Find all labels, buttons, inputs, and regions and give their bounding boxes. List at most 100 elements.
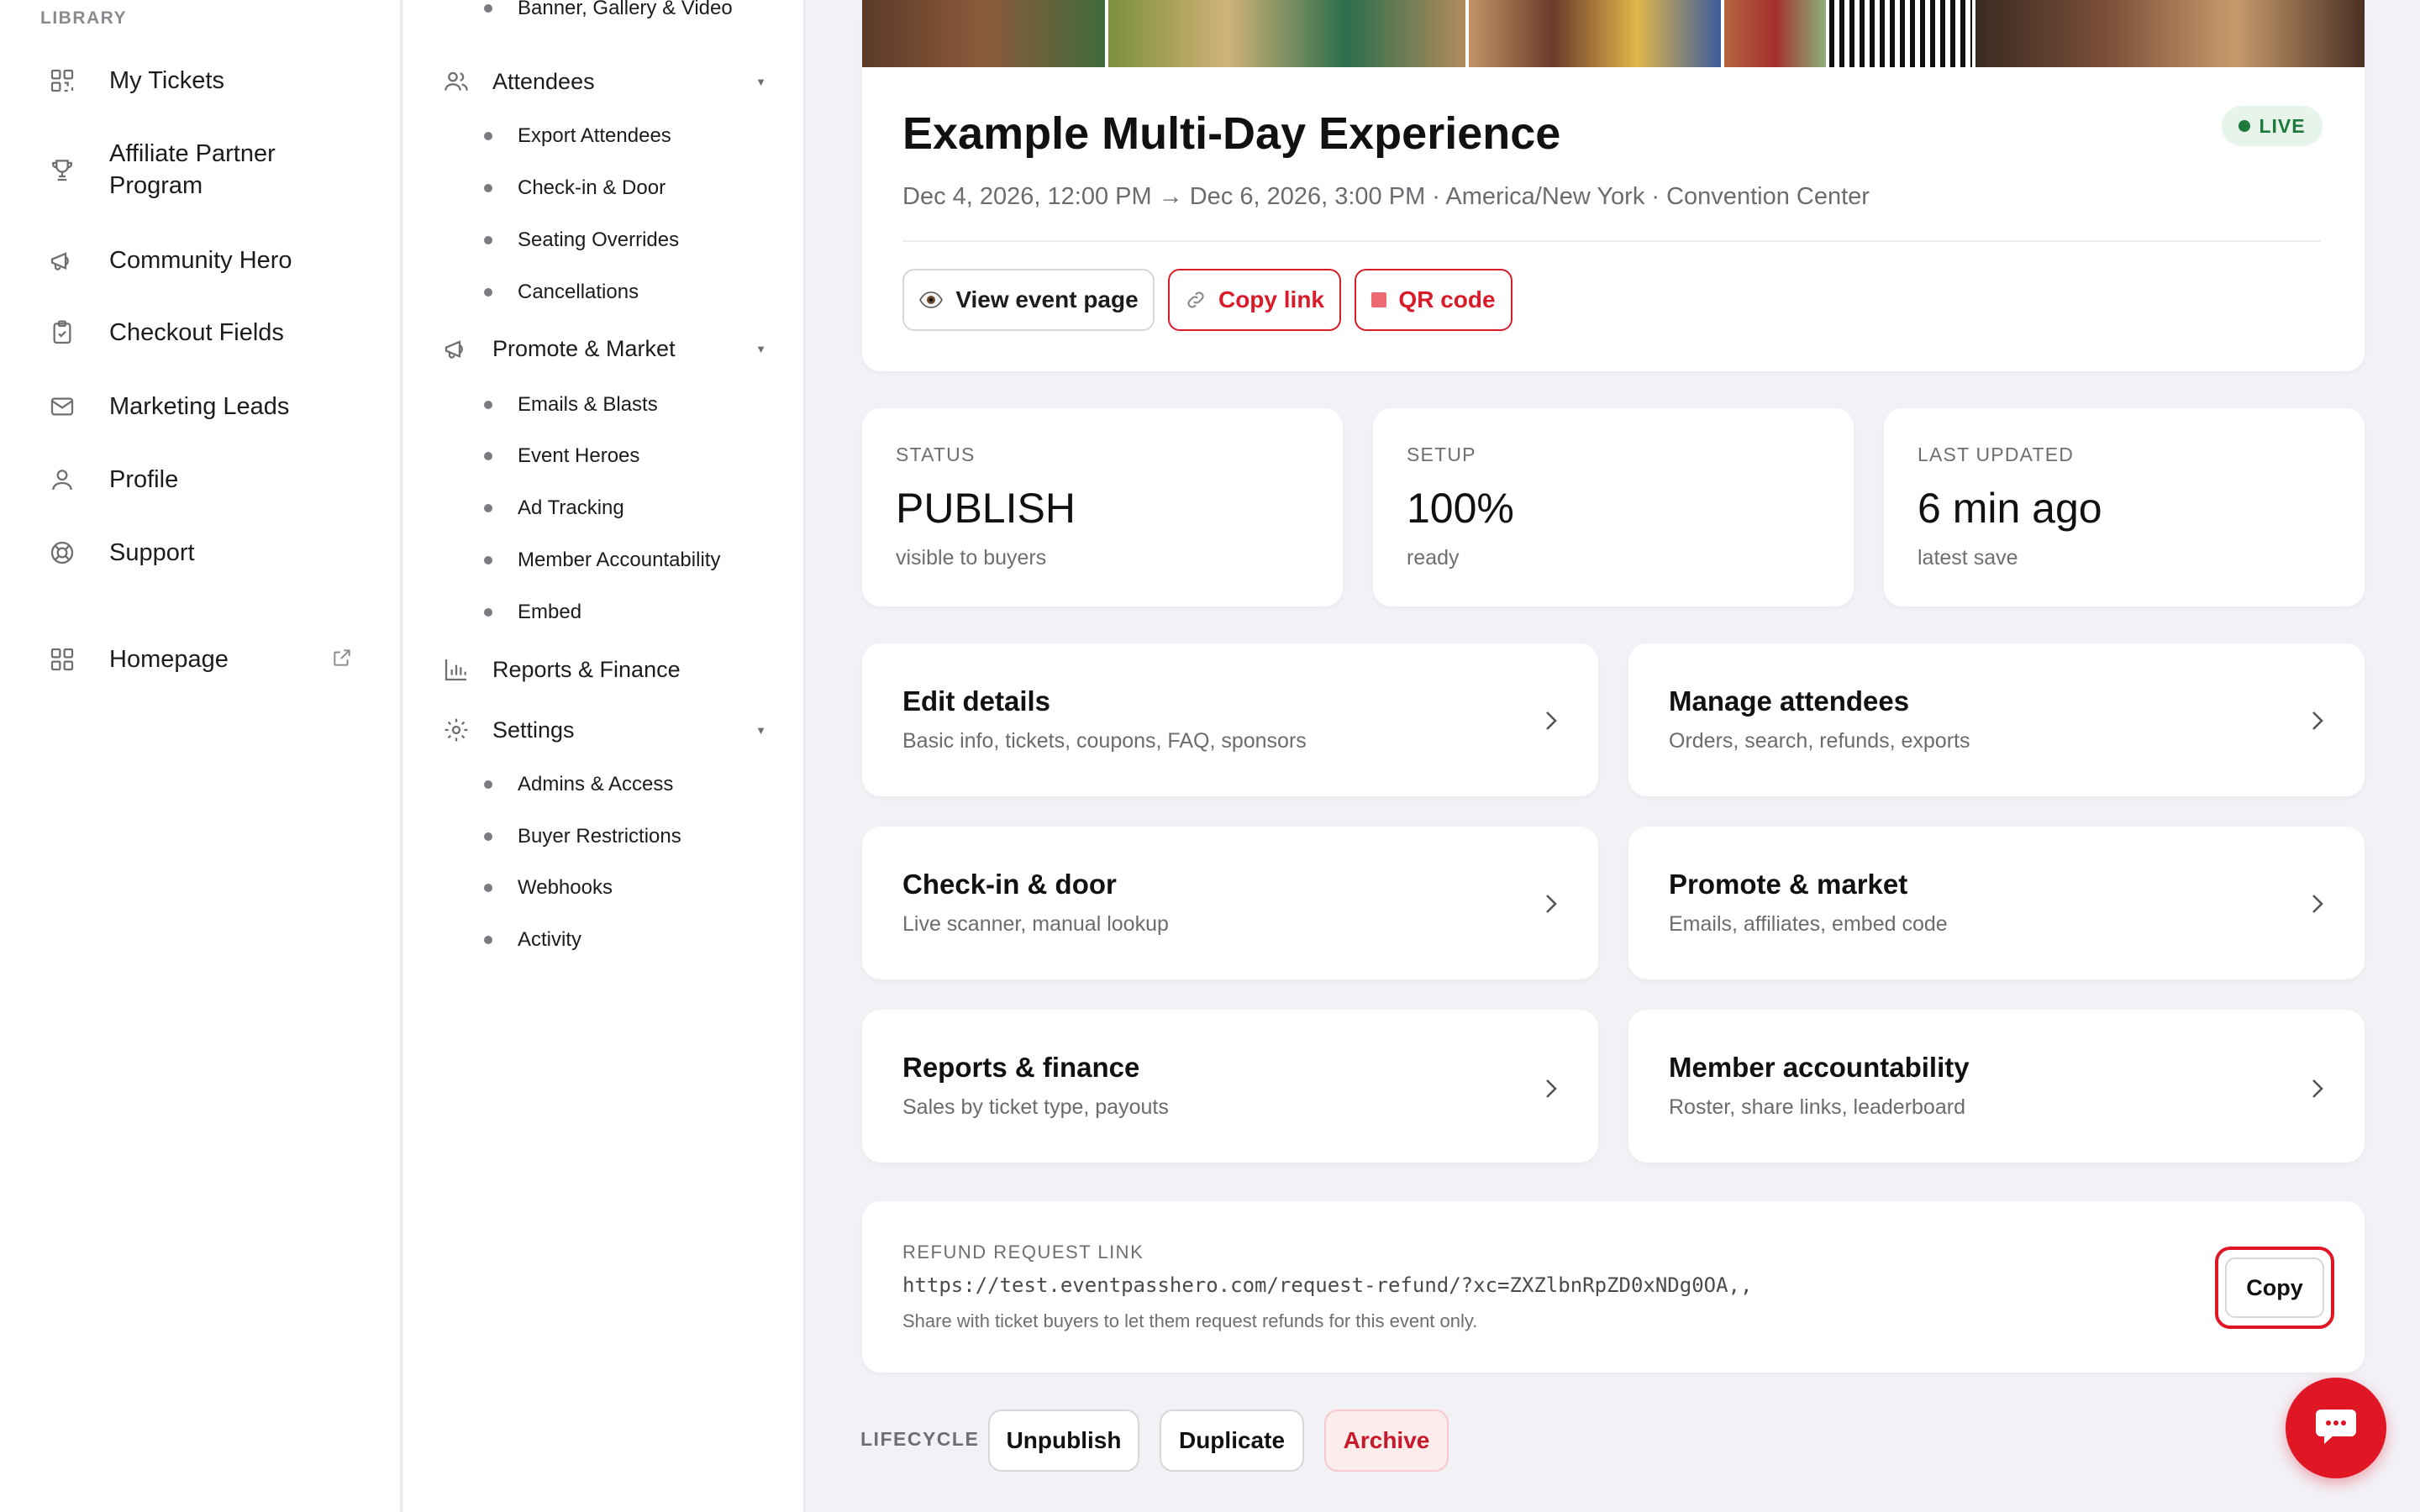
grid-icon [47,644,77,675]
chat-bubble-icon [2314,1406,2358,1451]
nav-item-check-in-door[interactable]: Check-in & Door [484,176,666,200]
bullet-icon [484,780,492,789]
qr-code-button[interactable]: QR code [1355,269,1512,331]
nav-item-label: Export Attendees [518,124,671,147]
refund-link-label: REFUND REQUEST LINK [902,1242,1144,1263]
event-banner-image [862,0,2365,67]
stat-label: SETUP [1407,444,1476,465]
sidebar-item-affiliate-partner-program[interactable]: Affiliate Partner Program [47,138,328,202]
copy-link-button[interactable]: Copy link [1168,269,1341,331]
sidebar-item-label: Marketing Leads [109,393,290,420]
chevron-right-icon [1546,711,1557,730]
action-card-check-in-door[interactable] [862,827,1598,979]
nav-item-member-accountability[interactable]: Member Accountability [484,549,720,572]
bullet-icon [484,504,492,512]
chat-support-button[interactable] [2286,1378,2386,1478]
megaphone-icon [442,334,471,363]
sidebar-item-homepage[interactable]: Homepage [47,643,229,675]
action-title: Edit details [902,685,1051,717]
action-title: Promote & market [1669,869,1908,900]
nav-item-emails-blasts[interactable]: Emails & Blasts [484,393,658,417]
nav-item-webhooks[interactable]: Webhooks [484,876,613,900]
caret-down-icon[interactable]: ▼ [755,343,766,355]
nav-item-embed[interactable]: Embed [484,601,581,624]
bullet-icon [484,556,492,564]
external-link-icon[interactable] [331,647,355,670]
unpublish-button[interactable]: Unpublish [988,1410,1139,1472]
stat-caption: visible to buyers [896,546,1047,570]
action-title: Member accountability [1669,1052,1970,1083]
nav-group-settings[interactable]: Settings ▼ [442,716,766,744]
chevron-right-icon [1546,1079,1557,1098]
event-title: Example Multi-Day Experience [902,108,1561,159]
copy-refund-link-button[interactable]: Copy [2225,1257,2324,1318]
caret-down-icon[interactable]: ▼ [755,724,766,737]
nav-group-reports-finance[interactable]: Reports & Finance [442,655,766,684]
duplicate-button[interactable]: Duplicate [1160,1410,1304,1472]
action-card-edit-details[interactable] [862,643,1598,796]
action-description: Roster, share links, leaderboard [1669,1095,1965,1119]
archive-button[interactable]: Archive [1324,1410,1449,1472]
link-icon [1185,289,1207,311]
action-description: Orders, search, refunds, exports [1669,729,1970,753]
lifebuoy-icon [47,538,77,568]
nav-item-event-heroes[interactable]: Event Heroes [484,444,639,468]
stat-value: 6 min ago [1918,485,2102,532]
status-badge-label: LIVE [2259,114,2306,137]
stat-label: STATUS [896,444,976,465]
nav-group-label: Settings [492,717,575,743]
qr-code-thumbnail [1829,0,1973,67]
eye-icon [918,291,944,309]
nav-item-banner-gallery-video[interactable]: Banner, Gallery & Video [484,0,733,20]
users-icon [442,67,471,96]
bullet-icon [484,608,492,617]
nav-group-attendees[interactable]: Attendees ▼ [442,67,766,96]
lifecycle-label: LIFECYCLE [860,1428,980,1450]
nav-item-admins-access[interactable]: Admins & Access [484,773,673,796]
view-event-page-button[interactable]: View event page [902,269,1155,331]
bullet-icon [484,4,492,13]
nav-item-activity[interactable]: Activity [484,928,581,952]
nav-group-label: Reports & Finance [492,656,681,682]
bar-chart-icon [442,655,471,684]
sidebar-item-checkout-fields[interactable]: Checkout Fields [47,317,284,349]
action-title: Manage attendees [1669,685,1910,717]
nav-group-label: Promote & Market [492,335,676,361]
clipboard-check-icon [47,318,77,348]
envelope-icon [47,391,77,422]
nav-item-seating-overrides[interactable]: Seating Overrides [484,228,679,252]
chevron-right-icon [2312,711,2323,730]
nav-item-cancellations[interactable]: Cancellations [484,281,639,304]
nav-group-label: Attendees [492,68,595,94]
bullet-icon [484,236,492,244]
nav-item-export-attendees[interactable]: Export Attendees [484,124,671,148]
chevron-right-icon [1546,895,1557,913]
button-label: Copy link [1218,286,1324,312]
stat-label: LAST UPDATED [1918,444,2075,465]
action-card-manage-attendees[interactable] [1628,643,2365,796]
action-title: Check-in & door [902,869,1117,900]
sidebar-item-support[interactable]: Support [47,537,195,569]
refund-link-url[interactable]: https://test.eventpasshero.com/request-r… [902,1273,1752,1297]
qr-square-icon [1371,292,1387,307]
nav-item-label: Webhooks [518,876,613,899]
bullet-icon [484,936,492,944]
nav-item-ad-tracking[interactable]: Ad Tracking [484,496,624,520]
nav-item-buyer-restrictions[interactable]: Buyer Restrictions [484,825,681,848]
action-card-member-accountability[interactable] [1628,1010,2365,1163]
library-heading: LIBRARY [40,8,128,28]
sidebar-item-marketing-leads[interactable]: Marketing Leads [47,391,289,423]
action-description: Sales by ticket type, payouts [902,1095,1169,1119]
sidebar-item-profile[interactable]: Profile [47,464,178,496]
nav-item-label: Seating Overrides [518,228,680,251]
action-card-reports-finance[interactable] [862,1010,1598,1163]
action-card-promote-market[interactable] [1628,827,2365,979]
sidebar-item-my-tickets[interactable]: My Tickets [47,65,224,97]
sidebar-item-label: Checkout Fields [109,319,284,346]
nav-item-label: Cancellations [518,281,639,303]
sidebar-item-community-hero[interactable]: Community Hero [47,244,292,276]
nav-group-promote-market[interactable]: Promote & Market ▼ [442,334,766,363]
stat-caption: latest save [1918,546,2018,570]
caret-down-icon[interactable]: ▼ [755,76,766,88]
user-icon [47,465,77,495]
